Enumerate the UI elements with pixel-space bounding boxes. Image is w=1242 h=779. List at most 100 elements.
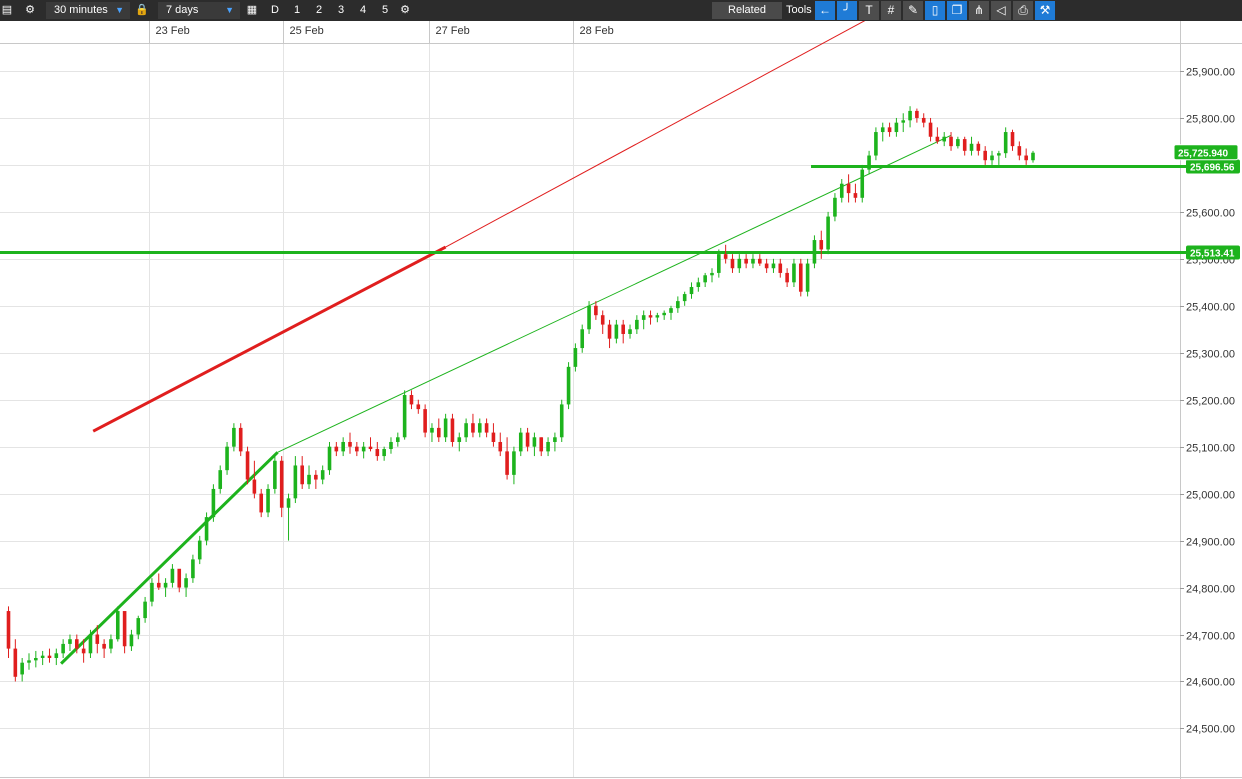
candle-body	[833, 197, 837, 217]
candle-body	[279, 460, 284, 508]
y-tick-label: 24,900.00	[1186, 537, 1235, 549]
calendar-icon[interactable]: ▦	[242, 2, 262, 19]
settings-tools-icon[interactable]: ⚒	[1035, 1, 1055, 20]
period-button-4[interactable]: 4	[353, 2, 373, 19]
candle-body	[614, 324, 619, 339]
candle-body	[457, 437, 462, 442]
candle-body	[375, 449, 380, 457]
candle-body	[566, 366, 571, 405]
menu-icon[interactable]: ▤	[0, 2, 14, 19]
y-tick-label: 24,700.00	[1186, 631, 1235, 643]
candle-body	[498, 441, 503, 452]
candle-body	[764, 263, 769, 269]
candle-body	[915, 110, 919, 118]
candle-body	[266, 488, 270, 513]
y-tick-label: 25,000.00	[1186, 490, 1235, 502]
period-button-2[interactable]: 2	[309, 2, 329, 19]
candle-body	[129, 634, 134, 647]
candle-body	[184, 578, 188, 588]
candle-body	[641, 315, 646, 320]
candle-body	[348, 441, 352, 447]
candle-body	[956, 139, 960, 147]
price-labels: 25,696.56 25,513.41 25,725.940	[1173, 144, 1240, 260]
interval-select[interactable]: 30 minutes ▼	[46, 2, 130, 19]
candle-body	[894, 122, 899, 133]
period-button-d[interactable]: D	[265, 2, 285, 19]
candle-body	[921, 117, 926, 123]
y-tick-label: 25,900.00	[1186, 67, 1235, 79]
period-button-5[interactable]: 5	[375, 2, 395, 19]
interval-value: 30 minutes	[54, 4, 108, 16]
candle-body	[553, 437, 557, 442]
gear-icon[interactable]: ⚙	[20, 2, 40, 19]
candle-body	[1003, 132, 1008, 154]
print-icon[interactable]: ⎙	[1013, 1, 1033, 20]
candle-body	[484, 423, 489, 433]
candle-body	[232, 427, 236, 447]
curve-icon[interactable]: ╯	[837, 1, 857, 20]
candle-body	[696, 282, 701, 288]
candle-body	[512, 451, 516, 475]
pencil-grid-icon[interactable]: ✎	[903, 1, 923, 20]
y-tick-label: 25,400.00	[1186, 302, 1235, 314]
trendline-extension	[445, 21, 866, 248]
horizontal-levels	[0, 165, 1186, 255]
back-arrow-icon[interactable]: ←	[815, 1, 835, 20]
candle-body	[477, 423, 482, 433]
grid-icon[interactable]: #	[881, 1, 901, 20]
candle-body	[846, 183, 851, 194]
candle-body	[54, 653, 59, 658]
candle-body	[587, 305, 591, 330]
candle-body	[464, 423, 468, 438]
candles	[6, 106, 1035, 682]
candle-body	[443, 418, 448, 438]
x-tick-label: 28 Feb	[580, 25, 614, 37]
candle-body	[703, 275, 707, 283]
layers-icon[interactable]: ❐	[947, 1, 967, 20]
period-button-1[interactable]: 1	[287, 2, 307, 19]
candle-body	[1031, 152, 1035, 161]
related-button[interactable]: Related	[712, 2, 782, 19]
y-tick-label: 25,200.00	[1186, 396, 1235, 408]
candle-body	[430, 427, 434, 433]
candle-body	[860, 169, 865, 198]
candle-body	[976, 143, 981, 151]
candle-body	[676, 301, 680, 309]
candle-body	[990, 155, 994, 161]
candle-body	[737, 258, 742, 269]
candle-body	[355, 446, 359, 452]
range-select[interactable]: 7 days ▼	[158, 2, 240, 19]
lock-icon[interactable]: 🔒	[132, 2, 152, 19]
x-tick-label: 27 Feb	[436, 25, 470, 37]
price-chart[interactable]: 23 Feb 25 Feb 27 Feb 28 Feb 25,900.00 25,800…	[0, 21, 1242, 779]
candle-body	[689, 287, 694, 295]
candle-body	[546, 441, 550, 452]
candle-body	[491, 432, 496, 442]
candle-body	[122, 611, 127, 647]
candle-body	[682, 294, 687, 302]
candle-body	[115, 611, 120, 640]
candle-body	[928, 122, 933, 137]
candle-body	[518, 432, 523, 452]
candle-body	[580, 329, 585, 349]
candle-body	[314, 474, 318, 480]
candle-body	[628, 329, 632, 334]
candle-body	[853, 193, 858, 198]
trendline	[92, 245, 447, 433]
tools-label: Tools	[786, 4, 812, 16]
fork-icon[interactable]: ⋔	[969, 1, 989, 20]
candle-body	[75, 639, 79, 649]
candle-body	[1017, 146, 1022, 156]
settings-icon[interactable]: ⚙	[395, 2, 415, 19]
candle-body	[211, 488, 216, 518]
y-tick-label: 24,600.00	[1186, 677, 1235, 689]
eraser-icon[interactable]: ◁	[991, 1, 1011, 20]
candle-body	[423, 409, 427, 433]
candle-icon[interactable]: ▯	[925, 1, 945, 20]
candle-body	[170, 568, 175, 583]
text-tool-icon[interactable]: T	[859, 1, 879, 20]
period-button-3[interactable]: 3	[331, 2, 351, 19]
candle-body	[191, 559, 195, 579]
candle-body	[525, 432, 530, 447]
candle-body	[758, 258, 762, 264]
